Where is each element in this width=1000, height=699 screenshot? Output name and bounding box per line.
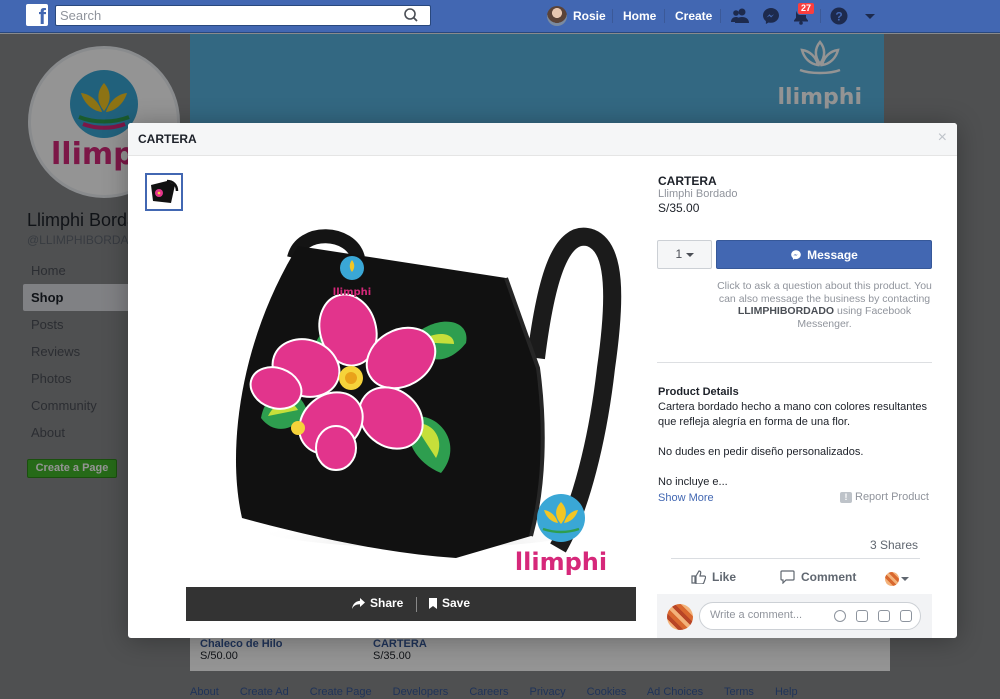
comment-input[interactable]	[710, 609, 820, 621]
account-menu-chevron-down-icon[interactable]	[860, 6, 880, 26]
message-button[interactable]: Message	[716, 240, 932, 269]
chevron-down-icon	[901, 577, 909, 581]
comment-label: Comment	[801, 570, 857, 584]
thumbs-up-icon	[691, 570, 706, 584]
image-brand-wordmark: llimphi	[515, 548, 607, 576]
product-main-image[interactable]: llimphi llimphi	[186, 218, 636, 590]
nav-divider	[612, 9, 613, 23]
facebook-logo-letter: f	[38, 4, 46, 26]
camera-icon[interactable]	[856, 610, 868, 622]
product-details-text: Cartera bordado hecho a mano con colores…	[658, 401, 928, 488]
messenger-icon[interactable]	[761, 6, 781, 26]
business-name: LLIMPHIBORDADO	[737, 305, 835, 318]
nav-divider	[820, 9, 821, 23]
message-label: Message	[807, 247, 858, 262]
product-detail-dialog: CARTERA × llimphi llimphi Share Save CAR…	[128, 123, 957, 638]
profile-link[interactable]: Rosie	[547, 5, 606, 27]
product-price: S/35.00	[658, 201, 700, 215]
friend-requests-icon[interactable]	[730, 6, 750, 26]
comment-composer	[657, 594, 932, 638]
quantity-select[interactable]: 1	[657, 240, 712, 269]
report-product-link[interactable]: ! Report Product	[840, 491, 929, 503]
user-avatar	[547, 6, 567, 26]
search-input[interactable]	[60, 8, 390, 23]
message-note-before: Click to ask a question about this produ…	[717, 280, 932, 305]
actions-divider	[671, 558, 920, 559]
sticker-icon[interactable]	[900, 610, 912, 622]
product-details-heading: Product Details	[658, 386, 739, 398]
product-seller[interactable]: Llimphi Bordado	[658, 188, 738, 200]
dialog-title: CARTERA	[138, 132, 197, 146]
like-button[interactable]: Like	[691, 570, 736, 584]
bag-thumbnail-image	[147, 175, 181, 209]
search-button[interactable]	[392, 6, 430, 25]
share-label: Share	[370, 596, 404, 610]
shares-count[interactable]: 3 Shares	[870, 538, 918, 552]
comment-button[interactable]: Comment	[780, 570, 856, 584]
notifications-count-badge: 27	[797, 2, 816, 15]
search-icon	[404, 8, 418, 22]
messenger-icon	[791, 249, 801, 260]
gif-icon[interactable]	[878, 610, 890, 622]
share-arrow-icon	[352, 597, 365, 609]
help-icon[interactable]: ?	[829, 6, 849, 26]
image-action-bar: Share Save	[186, 587, 636, 621]
product-image-thumbnail[interactable]	[145, 173, 183, 211]
action-bar-divider	[416, 597, 417, 612]
comment-bubble-icon	[780, 570, 795, 584]
like-label: Like	[712, 570, 737, 584]
home-link[interactable]: Home	[623, 9, 656, 23]
nav-divider	[720, 9, 721, 23]
svg-text:?: ?	[835, 10, 842, 24]
search-box	[55, 5, 431, 26]
create-link[interactable]: Create	[675, 9, 712, 23]
comment-attachment-icons	[834, 610, 912, 622]
report-product-label: Report Product	[855, 491, 929, 503]
chevron-down-icon	[685, 253, 694, 257]
user-name: Rosie	[573, 9, 606, 23]
report-flag-icon: !	[840, 491, 852, 503]
show-more-link[interactable]: Show More	[658, 492, 714, 504]
close-icon[interactable]: ×	[938, 130, 947, 146]
save-button[interactable]: Save	[429, 596, 470, 610]
commenter-avatar	[667, 604, 693, 630]
emoji-icon[interactable]	[834, 610, 846, 622]
top-navigation-bar: f Rosie Home Create 27 ?	[0, 0, 1000, 33]
message-help-text: Click to ask a question about this produ…	[717, 280, 932, 330]
quantity-value: 1	[675, 247, 683, 261]
product-info-panel: CARTERA Llimphi Bordado S/35.00 1 Messag…	[657, 156, 933, 638]
section-divider	[657, 362, 932, 363]
bag-brand-wordmark: llimphi	[333, 287, 371, 298]
dialog-header: CARTERA ×	[128, 123, 957, 156]
post-as-selector[interactable]	[885, 572, 909, 586]
product-title: CARTERA	[658, 174, 717, 188]
share-button[interactable]: Share	[352, 596, 403, 610]
embroidered-bag-image: llimphi llimphi	[235, 227, 622, 576]
facebook-logo-icon[interactable]: f	[26, 4, 48, 26]
save-label: Save	[442, 596, 471, 610]
nav-divider	[664, 9, 665, 23]
page-avatar-icon	[885, 572, 899, 586]
bookmark-icon	[429, 597, 437, 609]
comment-input-box[interactable]	[699, 602, 921, 630]
